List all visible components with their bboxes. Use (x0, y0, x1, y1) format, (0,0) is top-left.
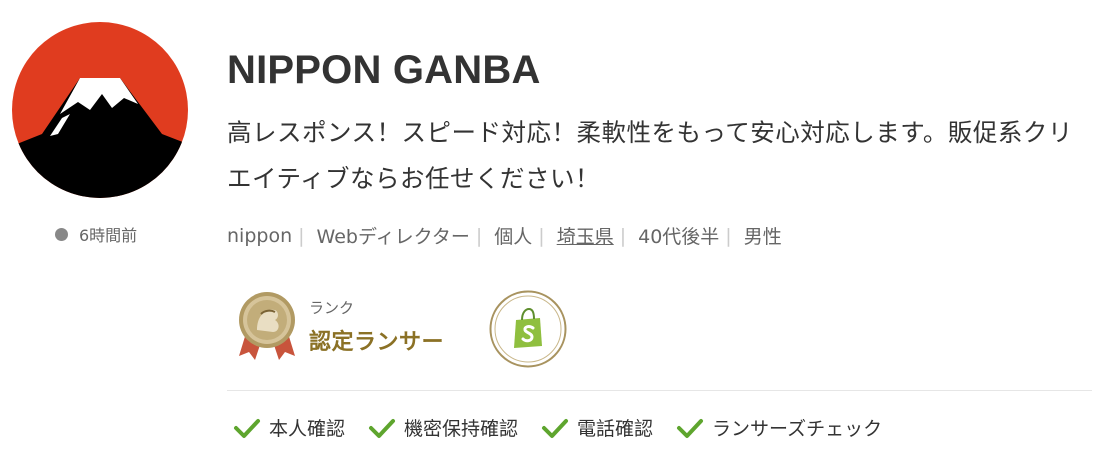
rank-section[interactable]: ランク 認定ランサー (235, 290, 444, 362)
meta-username: nippon (227, 224, 293, 247)
shopify-bag-icon[interactable] (489, 290, 567, 368)
section-divider (227, 390, 1092, 391)
verification-label: 機密保持確認 (404, 418, 519, 440)
verification-item: 本人確認 (233, 414, 345, 441)
profile-name: NIPPON GANBA (227, 48, 541, 92)
checkmark-icon (542, 418, 569, 438)
rank-label: ランク (309, 298, 355, 317)
rank-value: 認定ランサー (309, 329, 445, 355)
online-status-dot-icon (55, 227, 68, 241)
verification-label: 電話確認 (577, 418, 654, 440)
checkmark-icon (369, 418, 396, 438)
meta-age: 40代後半 (638, 226, 720, 248)
profile-catchphrase: 高レスポンス！スピード対応！柔軟性をもって安心対応します。販促系クリエイティブな… (227, 118, 1073, 193)
meta-location-link[interactable]: 埼玉県 (557, 222, 614, 249)
meta-occupation: Webディレクター (316, 226, 470, 248)
last-active-text: 6時間前 (79, 226, 138, 245)
meta-type: 個人 (494, 226, 533, 248)
verification-label: ランサーズチェック (712, 418, 883, 440)
verification-item: 電話確認 (541, 414, 653, 441)
last-active-status: 6時間前 (55, 222, 137, 246)
meta-gender: 男性 (743, 226, 782, 248)
verification-item: ランサーズチェック (676, 414, 882, 441)
verification-label: 本人確認 (269, 418, 346, 440)
avatar[interactable] (12, 22, 188, 198)
rank-medal-icon (239, 292, 295, 360)
checkmark-icon (234, 418, 260, 438)
checkmark-icon (677, 418, 704, 438)
verification-item: 機密保持確認 (368, 414, 518, 441)
profile-meta: nippon | Webディレクター | 個人 | 埼玉県 | 40代後半 | 男性 (227, 222, 782, 249)
verification-list: 本人確認 機密保持確認 電話確認 ランサーズチェック (233, 414, 905, 441)
